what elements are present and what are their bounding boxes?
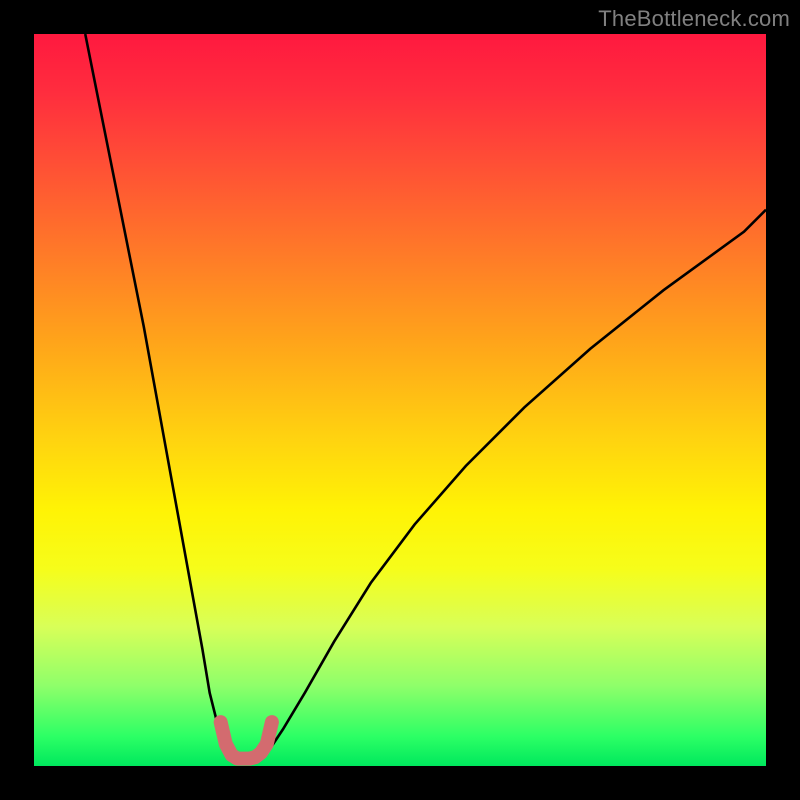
bottom-u-highlight bbox=[221, 722, 272, 759]
plot-area bbox=[34, 34, 766, 766]
chart-frame: TheBottleneck.com bbox=[0, 0, 800, 800]
right-branch-curve bbox=[261, 210, 766, 759]
attribution-text: TheBottleneck.com bbox=[598, 6, 790, 32]
curve-layer bbox=[34, 34, 766, 766]
left-branch-curve bbox=[85, 34, 235, 759]
